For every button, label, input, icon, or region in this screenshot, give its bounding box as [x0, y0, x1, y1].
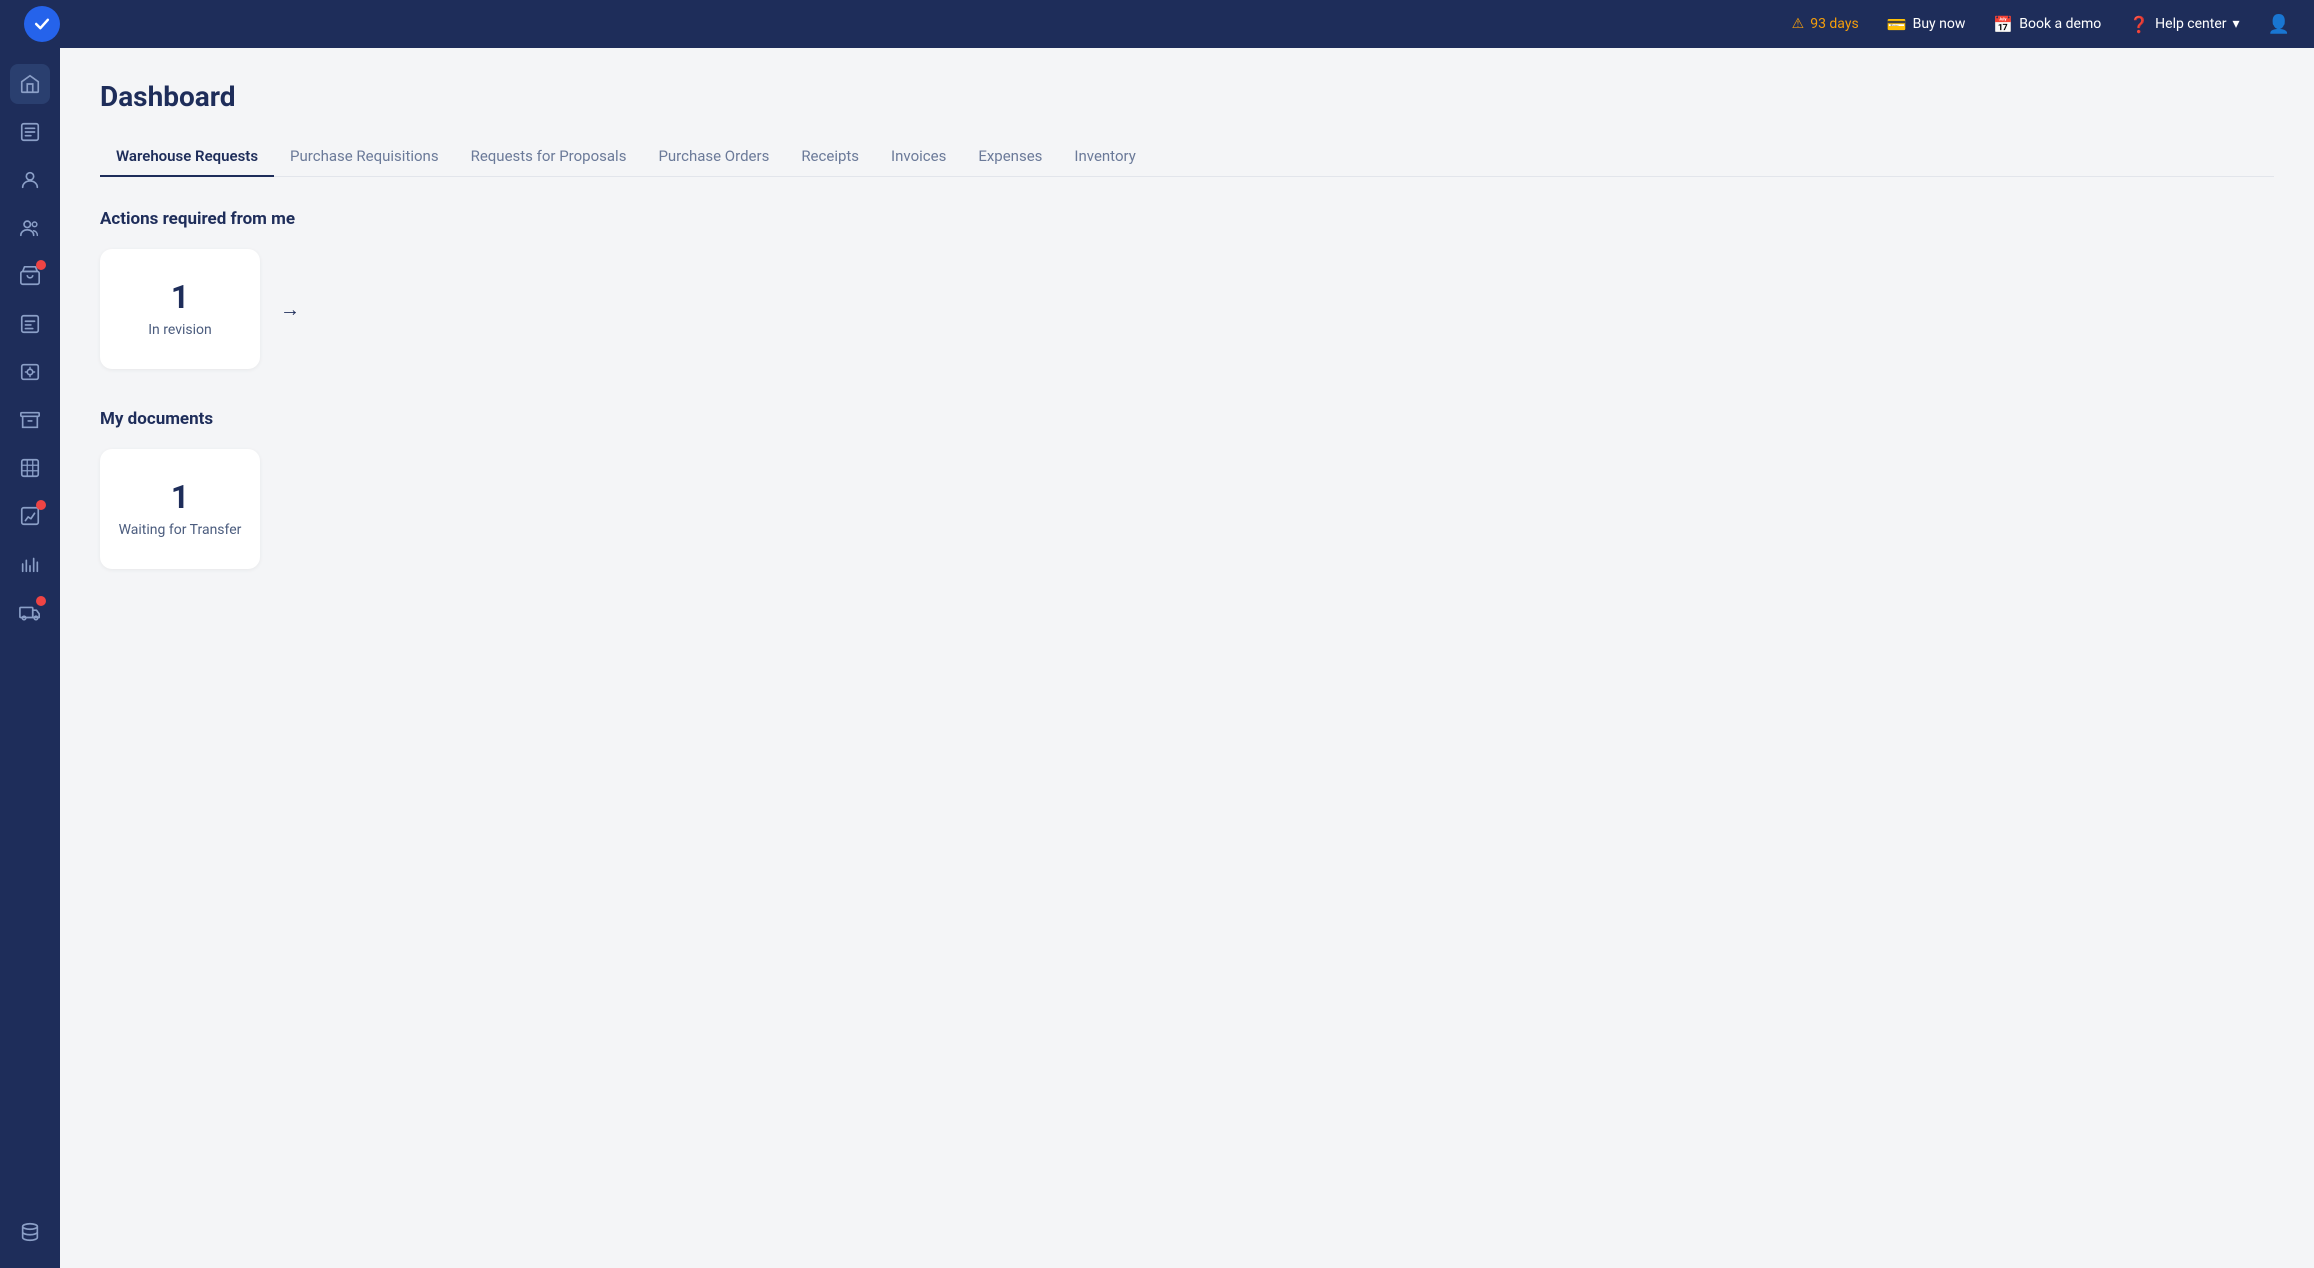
documents-cards: 1 Waiting for Transfer: [100, 449, 2274, 569]
help-center-button[interactable]: ❓ Help center ▾: [2129, 15, 2239, 34]
topbar-logo-area: [24, 6, 60, 42]
book-demo-button[interactable]: 📅 Book a demo: [1993, 15, 2101, 34]
truck-badge: [36, 596, 46, 606]
sidebar-item-list[interactable]: [10, 304, 50, 344]
sidebar-item-users[interactable]: [10, 208, 50, 248]
in-revision-label: In revision: [148, 322, 212, 338]
arrow-icon: →: [272, 297, 308, 322]
sidebar-item-table[interactable]: [10, 448, 50, 488]
chevron-down-icon: ▾: [2233, 16, 2240, 32]
sidebar-item-orders[interactable]: [10, 112, 50, 152]
page-title: Dashboard: [100, 80, 2274, 113]
sidebar-item-chart[interactable]: [10, 544, 50, 584]
sidebar-item-home[interactable]: [10, 64, 50, 104]
tabs-bar: Warehouse Requests Purchase Requisitions…: [100, 137, 2274, 177]
in-revision-card[interactable]: 1 In revision: [100, 249, 260, 369]
main-layout: Dashboard Warehouse Requests Purchase Re…: [0, 48, 2314, 1268]
actions-cards: 1 In revision: [100, 249, 260, 369]
sidebar-item-db[interactable]: [10, 1212, 50, 1252]
tab-requests-for-proposals[interactable]: Requests for Proposals: [455, 137, 643, 177]
tab-purchase-orders[interactable]: Purchase Orders: [642, 137, 785, 177]
sidebar-item-truck[interactable]: [10, 592, 50, 632]
topbar: ⚠ 93 days 💳 Buy now 📅 Book a demo ❓ Help…: [0, 0, 2314, 48]
buy-now-icon: 💳: [1887, 15, 1907, 34]
help-icon: ❓: [2129, 15, 2149, 34]
waiting-for-transfer-card[interactable]: 1 Waiting for Transfer: [100, 449, 260, 569]
content-area: Dashboard Warehouse Requests Purchase Re…: [60, 48, 2314, 1268]
sidebar-item-archive[interactable]: [10, 400, 50, 440]
tab-inventory[interactable]: Inventory: [1058, 137, 1151, 177]
tab-purchase-requisitions[interactable]: Purchase Requisitions: [274, 137, 455, 177]
sidebar-item-analytics[interactable]: [10, 496, 50, 536]
actions-section-title: Actions required from me: [100, 209, 2274, 229]
buy-now-button[interactable]: 💳 Buy now: [1887, 15, 1966, 34]
documents-section-title: My documents: [100, 409, 2274, 429]
logo[interactable]: [24, 6, 60, 42]
tab-invoices[interactable]: Invoices: [875, 137, 962, 177]
warning-icon: ⚠: [1792, 16, 1805, 32]
sidebar: [0, 48, 60, 1268]
user-avatar[interactable]: 👤: [2268, 14, 2290, 35]
trial-warning[interactable]: ⚠ 93 days: [1792, 16, 1859, 32]
in-revision-count: 1: [171, 280, 189, 315]
tab-expenses[interactable]: Expenses: [962, 137, 1058, 177]
user-icon: 👤: [2268, 14, 2290, 35]
sidebar-item-contacts[interactable]: [10, 160, 50, 200]
sidebar-item-vault[interactable]: [10, 352, 50, 392]
waiting-count: 1: [171, 480, 189, 515]
sidebar-item-bag[interactable]: [10, 256, 50, 296]
analytics-badge: [36, 500, 46, 510]
tab-warehouse-requests[interactable]: Warehouse Requests: [100, 137, 274, 177]
book-demo-icon: 📅: [1993, 15, 2013, 34]
tab-receipts[interactable]: Receipts: [785, 137, 875, 177]
waiting-label: Waiting for Transfer: [119, 522, 242, 538]
bag-badge: [36, 260, 46, 270]
